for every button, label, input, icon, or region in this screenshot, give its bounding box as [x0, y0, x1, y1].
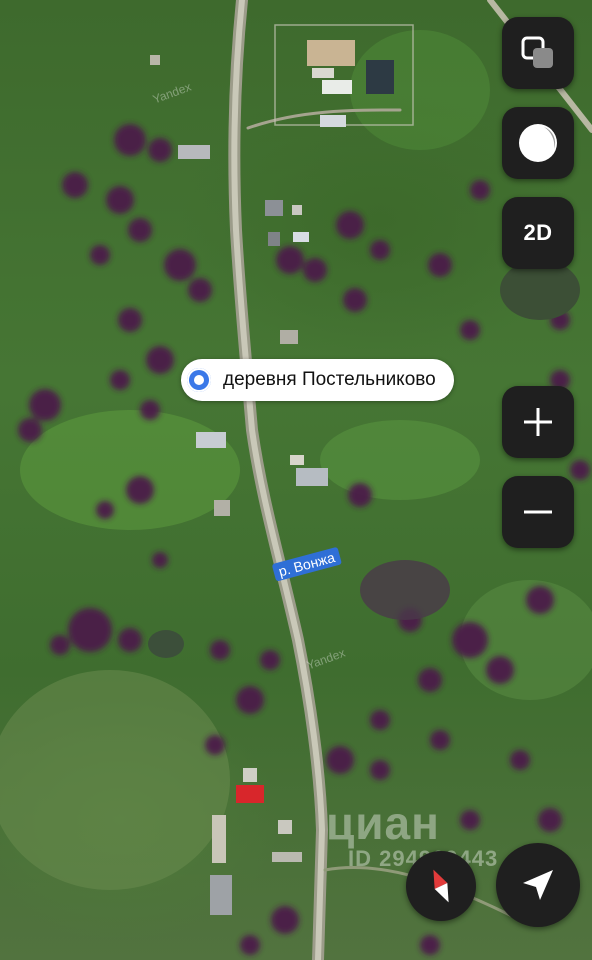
my-location-button[interactable] [496, 843, 580, 927]
compass-needle-icon [433, 869, 449, 903]
place-label-text: деревня Постельниково [223, 369, 436, 390]
minus-icon [524, 510, 552, 514]
plus-icon [524, 408, 552, 436]
cian-watermark: циан [326, 797, 440, 849]
night-mode-icon [519, 124, 557, 162]
layers-button[interactable] [502, 17, 574, 89]
location-arrow-icon [523, 870, 553, 900]
view-mode-2d-button[interactable]: 2D [502, 197, 574, 269]
compass-button[interactable] [406, 851, 476, 921]
place-label[interactable]: деревня Постельниково [181, 359, 454, 401]
layers-icon [521, 36, 553, 68]
zoom-in-button[interactable] [502, 386, 574, 458]
place-pin-icon [187, 368, 211, 392]
theme-toggle-button[interactable] [502, 107, 574, 179]
zoom-out-button[interactable] [502, 476, 574, 548]
